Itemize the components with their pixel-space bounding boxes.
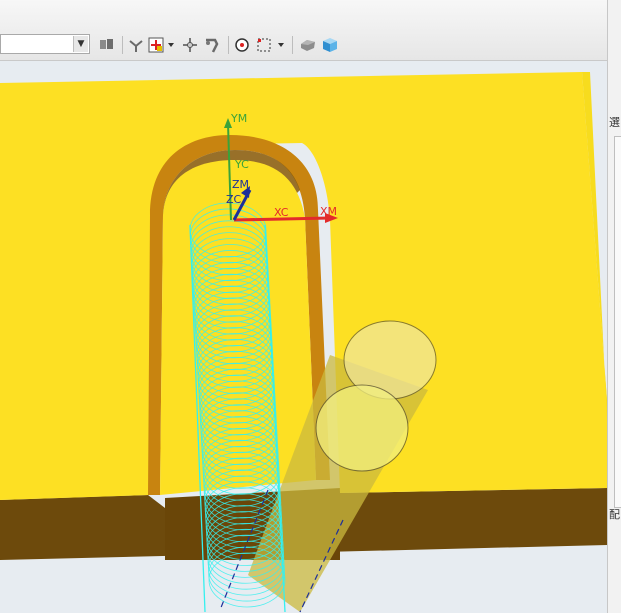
point-filter-icon[interactable] — [126, 35, 146, 55]
toolbar-separator — [228, 36, 229, 54]
axis-label-ym: YM — [230, 112, 247, 125]
selection-filter-combo[interactable]: ▼ — [0, 34, 90, 54]
chevron-down-icon[interactable]: ▼ — [73, 36, 88, 52]
move-handle-icon[interactable] — [180, 35, 200, 55]
dropdown-arrow-icon[interactable] — [166, 35, 176, 55]
snap-settings-icon[interactable] — [97, 35, 117, 55]
axis-label-xc: XC — [274, 206, 289, 219]
axis-label-zm: ZM — [232, 178, 249, 191]
toolbar-separator — [292, 36, 293, 54]
box-select-icon[interactable] — [254, 35, 274, 55]
toolbar: ▼ — [0, 0, 607, 61]
panel-group-box — [614, 136, 621, 508]
graphics-viewport[interactable]: YM YC ZM ZC XC XM — [0, 61, 607, 613]
shaded-view-icon[interactable] — [298, 35, 318, 55]
toolbar-separator — [122, 36, 123, 54]
panel-tab-config[interactable]: 配 — [609, 506, 620, 522]
select-point-icon[interactable] — [146, 35, 166, 55]
axis-label-zc: ZC — [226, 193, 242, 206]
panel-tab-select[interactable]: 選 — [609, 114, 620, 130]
axis-label-xm: XM — [320, 205, 337, 218]
dropdown-arrow-icon[interactable] — [276, 35, 286, 55]
rotate-handle-icon[interactable] — [202, 35, 222, 55]
axis-label-yc: YC — [234, 158, 249, 171]
shaded-cube-icon[interactable] — [320, 35, 340, 55]
circle-snap-icon[interactable] — [232, 35, 252, 55]
